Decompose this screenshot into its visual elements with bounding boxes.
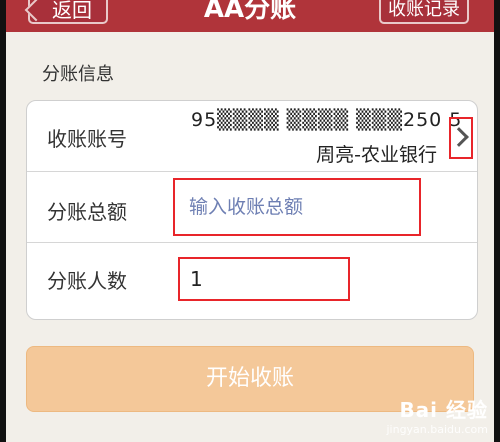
account-select-chevron[interactable] (449, 117, 473, 159)
section-title: 分账信息 (42, 64, 114, 85)
top-bar: 返回 AA分账 收账记录 (6, 0, 494, 32)
records-button[interactable]: 收账记录 (379, 0, 469, 24)
watermark-brand: Bai 经验 (399, 398, 488, 422)
split-form-card: 收账账号 95▒▒▒▒ ▒▒▒▒ ▒▒▒250 5 周亮-农业银行 分账总额 输… (26, 100, 478, 320)
amount-row: 分账总额 输入收账总额 (27, 172, 477, 243)
account-owner: 周亮-农业银行 (316, 144, 437, 166)
count-label: 分账人数 (47, 269, 127, 293)
chevron-right-icon (449, 127, 469, 147)
count-row: 分账人数 1 (27, 243, 477, 319)
baidu-jingyan-watermark: Bai 经验 jingyan.baidu.com (368, 394, 488, 438)
watermark-domain: jingyan.baidu.com (386, 423, 488, 436)
app-screen: 返回 AA分账 收账记录 分账信息 收账账号 95▒▒▒▒ ▒▒▒▒ ▒▒▒25… (6, 0, 494, 442)
account-row[interactable]: 收账账号 95▒▒▒▒ ▒▒▒▒ ▒▒▒250 5 周亮-农业银行 (27, 101, 477, 172)
account-label: 收账账号 (47, 127, 127, 151)
count-input[interactable]: 1 (178, 257, 350, 301)
account-number: 95▒▒▒▒ ▒▒▒▒ ▒▒▒250 5 (191, 109, 463, 131)
amount-input[interactable]: 输入收账总额 (173, 178, 421, 236)
amount-label: 分账总额 (47, 200, 127, 224)
